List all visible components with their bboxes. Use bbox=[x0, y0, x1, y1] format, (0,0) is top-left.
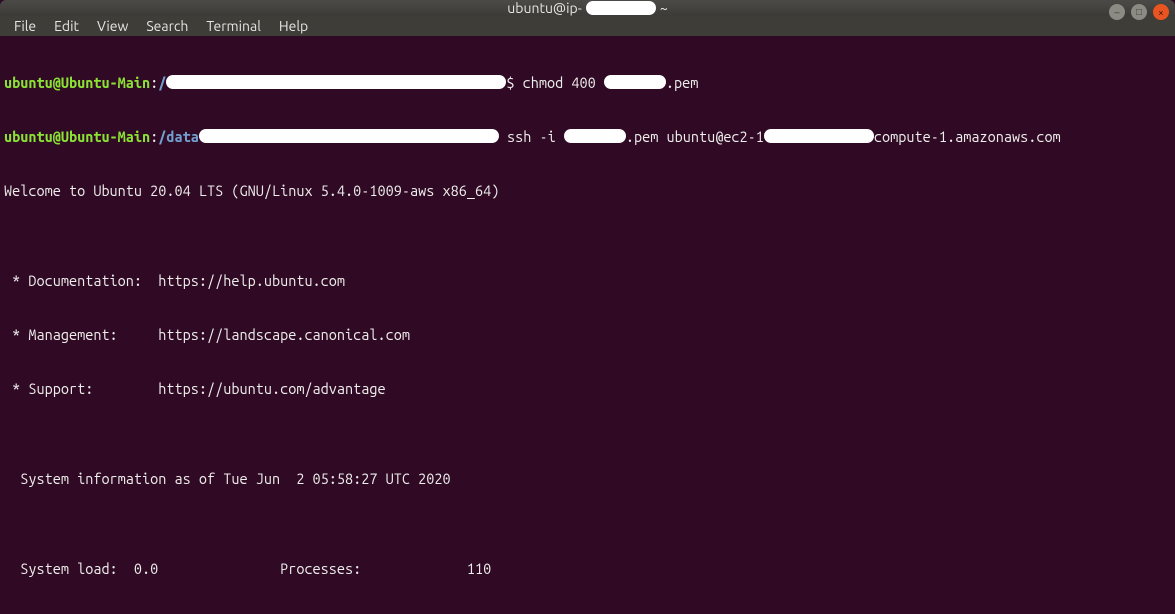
title-suffix: ~ bbox=[660, 0, 668, 16]
prompt2-userhost: ubuntu@Ubuntu-Main bbox=[4, 128, 150, 145]
menu-view[interactable]: View bbox=[89, 16, 136, 36]
window-controls: – □ × bbox=[1109, 4, 1169, 20]
redacted-segment bbox=[166, 75, 506, 89]
motd-mgmt: * Management: https://landscape.canonica… bbox=[4, 326, 1171, 344]
close-button[interactable]: × bbox=[1153, 4, 1169, 20]
redacted-title-segment bbox=[586, 1, 656, 15]
prompt2-cmd-c: compute-1.amazonaws.com bbox=[874, 128, 1061, 145]
prompt-line-2: ubuntu@Ubuntu-Main:/data ssh -i .pem ubu… bbox=[4, 128, 1171, 146]
prompt1-path: / bbox=[158, 74, 166, 91]
maximize-button[interactable]: □ bbox=[1131, 4, 1147, 20]
prompt2-cmd-b: .pem ubuntu@ec2-1 bbox=[626, 128, 764, 145]
window-title: ubuntu@ip- ~ bbox=[507, 0, 667, 16]
menu-edit[interactable]: Edit bbox=[46, 16, 87, 36]
terminal-window: ubuntu@ip- ~ – □ × File Edit View Search… bbox=[0, 0, 1175, 614]
motd-doc: * Documentation: https://help.ubuntu.com bbox=[4, 272, 1171, 290]
sysinfo-header: System information as of Tue Jun 2 05:58… bbox=[4, 470, 1171, 488]
titlebar[interactable]: ubuntu@ip- ~ – □ × bbox=[0, 0, 1175, 16]
motd-support: * Support: https://ubuntu.com/advantage bbox=[4, 380, 1171, 398]
motd-welcome: Welcome to Ubuntu 20.04 LTS (GNU/Linux 5… bbox=[4, 182, 1171, 200]
redacted-segment bbox=[764, 129, 874, 143]
prompt1-userhost: ubuntu@Ubuntu-Main bbox=[4, 74, 150, 91]
prompt1-cmd-b: .pem bbox=[666, 74, 698, 91]
menubar: File Edit View Search Terminal Help bbox=[0, 16, 1175, 36]
menu-search[interactable]: Search bbox=[138, 16, 196, 36]
terminal-area[interactable]: ubuntu@Ubuntu-Main:/$ chmod 400 .pem ubu… bbox=[0, 36, 1175, 614]
prompt2-cmd-a: ssh -i bbox=[499, 128, 564, 145]
minimize-button[interactable]: – bbox=[1109, 4, 1125, 20]
menu-file[interactable]: File bbox=[6, 16, 44, 36]
menu-terminal[interactable]: Terminal bbox=[198, 16, 269, 36]
menu-help[interactable]: Help bbox=[271, 16, 316, 36]
redacted-segment bbox=[564, 129, 626, 143]
redacted-segment bbox=[199, 129, 499, 143]
title-prefix: ubuntu@ip- bbox=[507, 0, 582, 16]
prompt-line-1: ubuntu@Ubuntu-Main:/$ chmod 400 .pem bbox=[4, 74, 1171, 92]
redacted-segment bbox=[604, 75, 666, 89]
sysinfo-row1: System load: 0.0 Processes: 110 bbox=[4, 560, 1171, 578]
prompt2-path: /data bbox=[158, 128, 199, 145]
prompt1-cmd-a: $ chmod 400 bbox=[506, 74, 603, 91]
